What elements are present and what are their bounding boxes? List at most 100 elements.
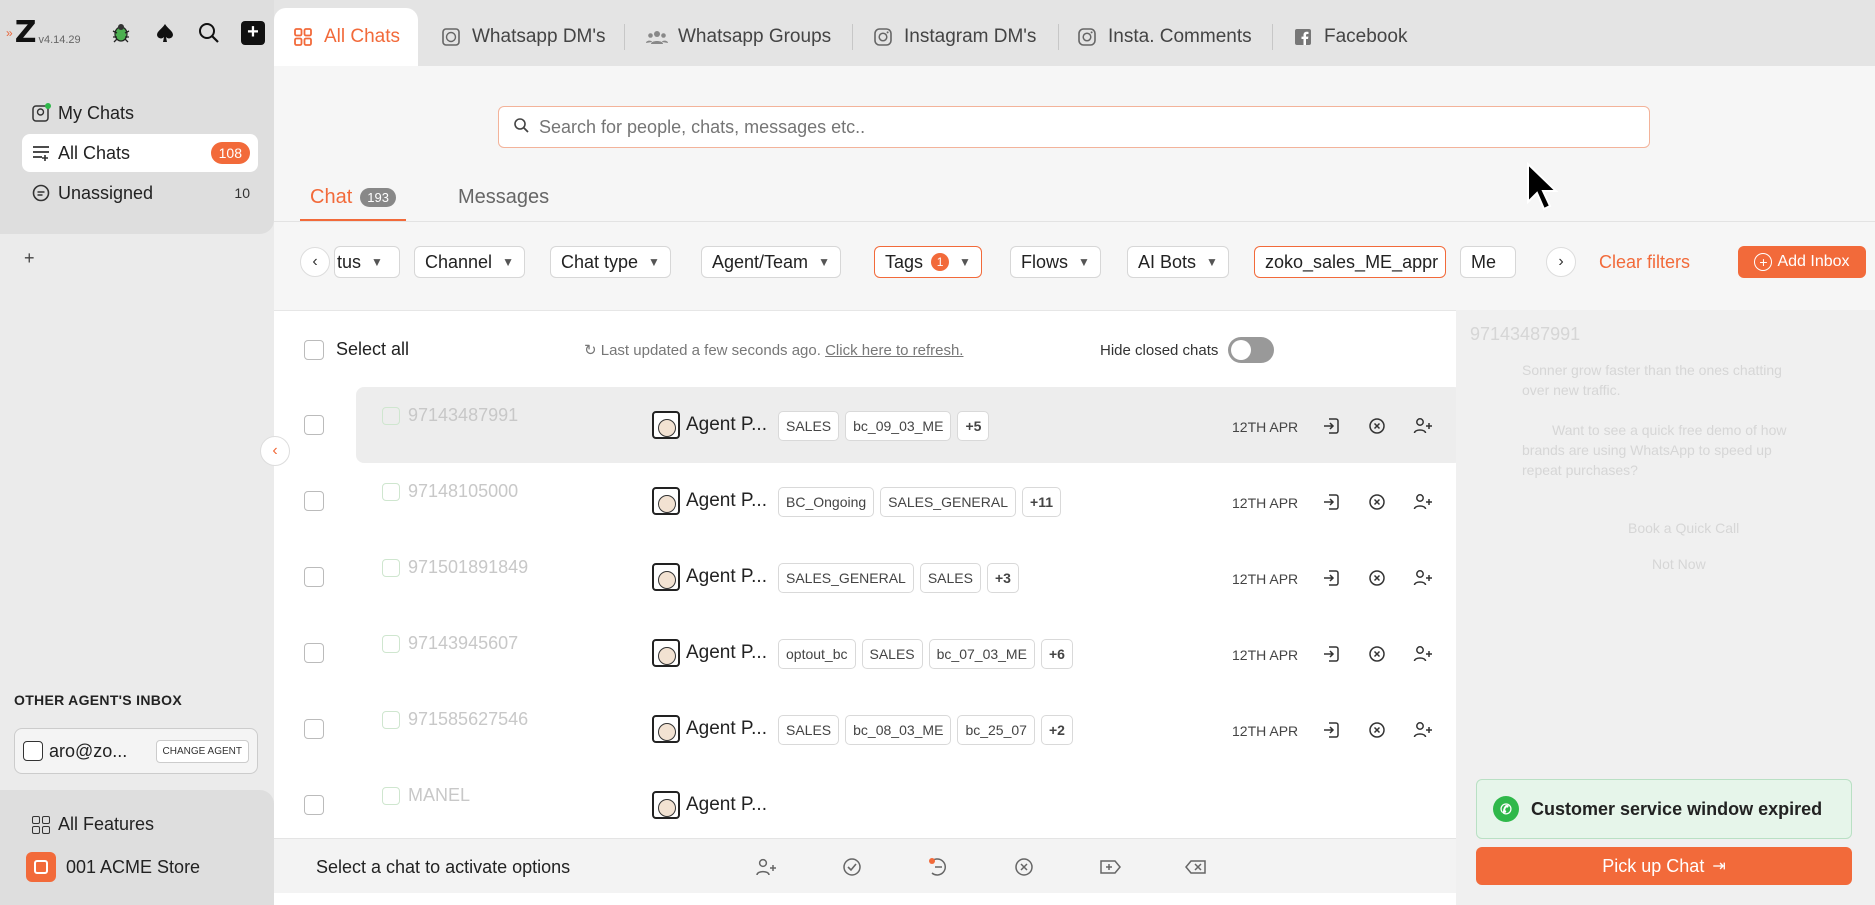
filter-chat-type[interactable]: Chat type ▼ [550,246,671,278]
clear-filters-button[interactable]: Clear filters [1599,252,1690,273]
table-row[interactable]: 97143487991 Agent P... SALES bc_09_03_ME… [304,387,1462,463]
assign-user-icon[interactable] [1412,415,1434,437]
add-inbox-button[interactable]: + Add Inbox [1738,246,1866,278]
add-custom-inbox-icon[interactable]: + [24,248,35,269]
avatar [23,741,43,761]
tab-all-chats[interactable]: All Chats [274,8,419,66]
tab-whatsapp-dms[interactable]: Whatsapp DM's [440,8,606,66]
mark-done-icon[interactable] [840,855,864,879]
row-checkbox[interactable] [304,719,324,739]
app-version: v4.14.29 [38,34,81,46]
enter-chat-icon[interactable] [1320,415,1342,437]
phone-text: 97148105000 [408,481,519,501]
collapse-sidebar-button[interactable]: ‹ [260,436,290,466]
sidebar-item-unassigned[interactable]: Unassigned 10 [22,174,258,212]
add-tag-icon[interactable] [1098,855,1122,879]
enter-chat-icon[interactable] [1320,719,1342,741]
table-row[interactable]: 971585627546 Agent P... SALES bc_08_03_M… [304,691,1454,767]
tab-messages[interactable]: Messages [458,186,549,209]
filter-inbox[interactable]: zoko_sales_ME_appr▼ [1254,246,1446,278]
avatar [652,563,680,591]
sidebar-item-label: Unassigned [58,182,154,203]
assign-user-icon[interactable] [1412,643,1434,665]
phone-text: MANEL [408,785,471,805]
all-features-link[interactable]: All Features [32,814,154,835]
tab-insta-comments[interactable]: Insta. Comments [1076,8,1252,66]
global-search[interactable] [498,106,1650,148]
select-all-checkbox[interactable] [304,339,324,360]
filters-scroll-left-button[interactable]: ‹ [300,247,330,277]
facebook-icon [1292,26,1314,48]
agent-name: Agent P... [686,566,767,587]
bug-icon[interactable] [108,20,134,46]
filter-channel[interactable]: Channel ▼ [414,246,525,278]
expand-arrows-icon[interactable]: » [6,26,13,40]
tag: SALES_GENERAL [778,563,914,593]
table-row[interactable]: 97148105000 Agent P... BC_Ongoing SALES_… [304,463,1454,539]
close-chat-icon[interactable] [1366,491,1388,513]
tab-messages-label: Messages [458,186,550,208]
instagram-icon [872,26,894,48]
row-actions [1320,643,1434,665]
add-inbox-label: Add Inbox [1777,253,1850,270]
close-chat-icon[interactable] [1366,415,1388,437]
more-tags-badge[interactable]: +5 [957,411,990,441]
filter-tags[interactable]: Tags 1 ▼ [874,246,982,278]
close-chat-icon[interactable] [1366,567,1388,589]
table-row[interactable]: 97143945607 Agent P... optout_bc SALES b… [304,615,1454,691]
store-switcher[interactable]: 001 ACME Store [26,852,200,882]
row-checkbox[interactable] [304,795,324,815]
assign-user-icon[interactable] [1412,567,1434,589]
spade-icon[interactable] [152,20,178,46]
row-checkbox[interactable] [304,415,324,435]
enter-chat-icon[interactable] [1320,643,1342,665]
channel-tabs: All Chats Whatsapp DM's Whatsapp Groups … [274,0,1875,66]
filter-status[interactable]: tus ▼ [334,246,400,278]
assign-user-icon[interactable] [1412,491,1434,513]
filter-label: Me [1471,251,1497,272]
assign-user-icon[interactable] [1412,719,1434,741]
enter-chat-icon[interactable] [1320,491,1342,513]
close-chat-icon[interactable] [1012,855,1036,879]
tab-chat[interactable]: Chat 193 [300,186,406,221]
grid-icon [32,815,50,834]
filter-ai-bots[interactable]: AI Bots ▼ [1127,246,1229,278]
search-icon[interactable] [196,20,222,46]
my-chats-icon [30,102,52,124]
table-row[interactable]: 971501891849 Agent P... SALES_GENERAL SA… [304,539,1454,615]
close-chat-icon[interactable] [1366,643,1388,665]
filter-more[interactable]: Me [1460,246,1516,278]
filter-agent-team[interactable]: Agent/Team ▼ [701,246,841,278]
select-all[interactable]: Select all [304,339,409,360]
row-checkbox[interactable] [304,491,324,511]
tab-label: Instagram DM's [904,26,1037,47]
change-agent-button[interactable]: CHANGE AGENT [155,739,249,763]
other-agent-selector[interactable]: aro@zo... CHANGE AGENT [14,728,258,774]
more-tags-badge[interactable]: +2 [1040,715,1073,745]
row-checkbox[interactable] [304,643,324,663]
tab-whatsapp-groups[interactable]: Whatsapp Groups [646,8,831,66]
hide-closed-toggle[interactable] [1228,337,1275,363]
filters-scroll-right-button[interactable]: › [1546,247,1576,277]
pickup-chat-button[interactable]: Pick up Chat ⇥ [1476,847,1852,885]
table-row[interactable]: MANEL Agent P... [304,767,1454,843]
more-tags-badge[interactable]: +11 [1022,487,1061,517]
new-chat-icon[interactable]: + [240,20,266,46]
row-checkbox[interactable] [304,567,324,587]
assign-user-icon[interactable] [754,855,778,879]
tab-instagram-dms[interactable]: Instagram DM's [872,8,1036,66]
mark-unread-icon[interactable] [926,855,950,879]
filter-flows[interactable]: Flows ▼ [1010,246,1101,278]
sidebar-item-all-chats[interactable]: All Chats 108 [22,134,258,172]
tab-separator [1272,24,1273,50]
service-window-text: Customer service window expired [1531,798,1823,819]
more-tags-badge[interactable]: +6 [1040,639,1073,669]
search-input[interactable] [539,116,1649,138]
more-tags-badge[interactable]: +3 [986,563,1019,593]
sidebar-item-my-chats[interactable]: My Chats [22,94,258,132]
close-chat-icon[interactable] [1366,719,1388,741]
enter-chat-icon[interactable] [1320,567,1342,589]
remove-tag-icon[interactable] [1184,855,1208,879]
refresh-link[interactable]: Click here to refresh. [825,342,963,359]
tab-facebook[interactable]: Facebook [1292,8,1407,66]
